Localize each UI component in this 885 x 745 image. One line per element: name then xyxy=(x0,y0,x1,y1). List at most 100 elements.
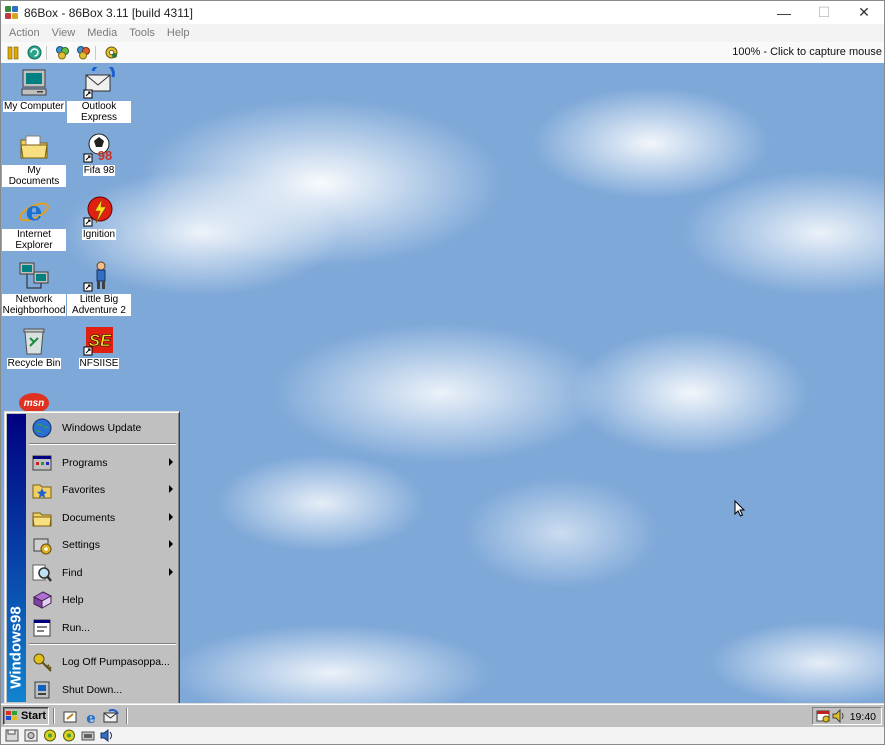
reset-button[interactable] xyxy=(25,44,43,62)
fifa-98-icon: 98 xyxy=(83,133,112,163)
ctrl-alt-esc-button[interactable] xyxy=(74,44,92,62)
menu-media[interactable]: Media xyxy=(81,27,123,39)
my-documents-icon xyxy=(20,135,48,159)
taskbar-divider xyxy=(53,708,55,724)
desktop-icon-internet-explorer[interactable]: e Internet Explorer xyxy=(2,195,66,251)
show-desktop-icon[interactable] xyxy=(62,709,78,725)
menu-tools[interactable]: Tools xyxy=(123,27,161,39)
start-menu-item-label: Favorites xyxy=(62,484,106,496)
my-computer-icon xyxy=(21,69,47,96)
desktop-icon-recycle-bin[interactable]: Recycle Bin xyxy=(2,324,66,369)
settings-button[interactable] xyxy=(102,44,120,62)
submenu-arrow-icon xyxy=(169,540,173,548)
desktop-icon-label: Internet Explorer xyxy=(2,229,66,251)
start-menu-item-label: Settings xyxy=(62,539,100,551)
start-button-label: Start xyxy=(20,710,47,722)
maximize-button[interactable]: ☐ xyxy=(804,1,844,24)
menu-action[interactable]: Action xyxy=(1,27,46,39)
start-menu-item-run[interactable]: Run... xyxy=(27,615,178,641)
toolbar-separator xyxy=(95,45,96,60)
close-button[interactable]: ✕ xyxy=(844,1,884,24)
internet-explorer-quick-launch-icon[interactable]: e xyxy=(83,709,99,725)
86box-app-icon xyxy=(5,5,19,20)
start-menu-item-favorites[interactable]: Favorites xyxy=(27,477,178,503)
start-menu-item-windows-update[interactable]: Windows Update xyxy=(27,415,178,441)
start-menu-item-find[interactable]: Find xyxy=(27,560,178,586)
minimize-button[interactable]: — xyxy=(764,1,804,24)
menu-bar: Action View Media Tools Help xyxy=(1,24,884,42)
submenu-arrow-icon xyxy=(169,485,173,493)
desktop-icon-fifa-98[interactable]: 98 Fifa 98 xyxy=(67,131,131,176)
desktop-icon-network-neighborhood[interactable]: Network Neighborhood xyxy=(1,260,67,316)
find-icon xyxy=(32,564,52,582)
taskbar-divider xyxy=(126,708,128,724)
start-menu-item-programs[interactable]: Programs xyxy=(27,450,178,476)
favorites-icon xyxy=(32,484,52,499)
start-menu-item-log-off[interactable]: Log Off Pumpasoppa... xyxy=(27,649,178,675)
sound-icon[interactable] xyxy=(100,729,115,742)
submenu-arrow-icon xyxy=(169,513,173,521)
help-icon xyxy=(32,591,53,609)
run-icon xyxy=(33,619,51,637)
desktop-icon-little-big-adventure-2[interactable]: Little Big Adventure 2 xyxy=(67,260,131,316)
submenu-arrow-icon xyxy=(169,458,173,466)
cdrom-drive-icon[interactable] xyxy=(24,729,39,742)
menu-view[interactable]: View xyxy=(46,27,82,39)
menu-help[interactable]: Help xyxy=(161,27,196,39)
desktop-icon-msn[interactable]: msn xyxy=(2,389,66,413)
start-button[interactable]: Start xyxy=(3,707,49,725)
pause-button[interactable] xyxy=(4,44,22,62)
hard-disk-activity-icon[interactable] xyxy=(43,729,58,742)
toolbar-separator xyxy=(46,45,47,60)
recycle-bin-icon xyxy=(23,328,45,355)
scheduler-icon[interactable] xyxy=(816,709,830,723)
emulator-window: 86Box - 86Box 3.11 [build 4311] — ☐ ✕ Ac… xyxy=(0,0,885,745)
ctrl-alt-esc-icon xyxy=(76,46,90,60)
desktop-icon-label: My Computer xyxy=(2,101,65,112)
start-menu-separator xyxy=(29,643,176,645)
desktop-icon-label: Network Neighborhood xyxy=(1,294,67,316)
status-bar xyxy=(1,727,884,744)
network-neighborhood-icon xyxy=(19,262,49,289)
desktop-icon-label: NFSIISE xyxy=(78,358,120,369)
start-menu-item-settings[interactable]: Settings xyxy=(27,532,178,558)
start-menu-banner: Windows98 xyxy=(7,414,26,702)
submenu-arrow-icon xyxy=(169,568,173,576)
mouse-pointer-icon xyxy=(734,500,745,517)
desktop-icon-outlook-express[interactable]: Outlook Express xyxy=(67,67,131,123)
log-off-icon xyxy=(33,653,52,672)
outlook-express-quick-launch-icon[interactable] xyxy=(103,709,119,725)
desktop-icon-ignition[interactable]: Ignition xyxy=(67,195,131,240)
svg-text:98: 98 xyxy=(98,148,112,163)
taskbar: Start e 19:40 xyxy=(1,703,884,727)
taskbar-clock[interactable]: 19:40 xyxy=(850,711,876,723)
desktop-icon-label: My Documents xyxy=(2,165,66,187)
desktop-icon-label: Recycle Bin xyxy=(6,358,62,369)
desktop-icon-label: Ignition xyxy=(81,229,117,240)
start-menu: Windows98 Windows Update Programs Favori… xyxy=(4,411,180,705)
desktop-icon-nfsiise[interactable]: SE NFSIISE xyxy=(67,324,131,369)
toolbar: 100% - Click to capture mouse xyxy=(1,42,884,63)
desktop-icon-my-documents[interactable]: My Documents xyxy=(2,131,66,187)
ctrl-alt-del-button[interactable] xyxy=(53,44,71,62)
start-menu-item-label: Find xyxy=(62,567,83,579)
start-menu-item-label: Windows Update xyxy=(62,422,142,434)
start-menu-item-label: Help xyxy=(62,594,84,606)
network-icon[interactable] xyxy=(81,729,96,742)
floppy-drive-icon[interactable] xyxy=(5,729,20,742)
reset-icon xyxy=(27,45,41,60)
volume-icon[interactable] xyxy=(832,709,844,723)
hard-disk-activity-icon[interactable] xyxy=(62,729,77,742)
start-menu-item-label: Documents xyxy=(62,512,116,524)
title-bar[interactable]: 86Box - 86Box 3.11 [build 4311] — ☐ ✕ xyxy=(1,1,884,24)
start-menu-item-documents[interactable]: Documents xyxy=(27,505,178,531)
start-menu-item-help[interactable]: Help xyxy=(27,587,178,613)
svg-text:e: e xyxy=(26,197,43,227)
svg-text:e: e xyxy=(86,709,96,725)
start-menu-item-label: Log Off Pumpasoppa... xyxy=(62,656,170,668)
start-menu-item-shut-down[interactable]: Shut Down... xyxy=(27,677,178,703)
nfsiise-icon: SE xyxy=(83,327,113,356)
mouse-capture-status[interactable]: 100% - Click to capture mouse xyxy=(732,46,882,58)
desktop-icon-my-computer[interactable]: My Computer xyxy=(2,67,66,112)
ctrl-alt-del-icon xyxy=(55,46,69,60)
